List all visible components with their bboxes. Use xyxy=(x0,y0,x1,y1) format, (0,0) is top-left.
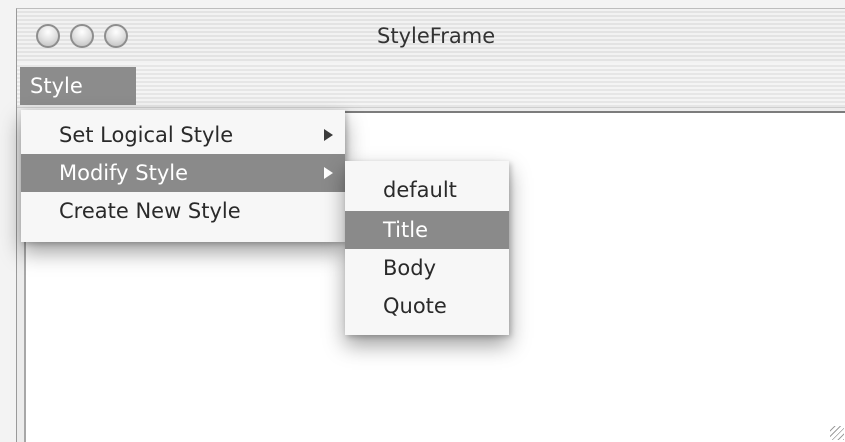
close-button-icon[interactable] xyxy=(36,24,60,48)
modify-style-submenu: default Title Body Quote xyxy=(345,161,509,335)
styleframe-window: StyleFrame Style Set Logical Style Modif… xyxy=(16,8,845,442)
menu-bar: Style xyxy=(17,63,845,108)
minimize-button-icon[interactable] xyxy=(70,24,94,48)
style-menu-dropdown: Set Logical Style Modify Style Create Ne… xyxy=(21,110,345,242)
title-bar[interactable]: StyleFrame xyxy=(17,9,845,63)
submenu-item-label: Body xyxy=(383,256,437,280)
menu-item-modify-style[interactable]: Modify Style xyxy=(21,154,345,192)
menu-style[interactable]: Style xyxy=(20,67,136,105)
submenu-arrow-icon xyxy=(324,129,333,141)
submenu-arrow-icon xyxy=(324,167,333,179)
window-title: StyleFrame xyxy=(377,24,496,48)
resize-grip-icon[interactable] xyxy=(830,426,844,440)
submenu-item-label: Quote xyxy=(383,294,447,318)
menu-item-label: Set Logical Style xyxy=(59,123,234,147)
menu-item-label: Modify Style xyxy=(59,161,189,185)
submenu-item-default[interactable]: default xyxy=(345,171,509,209)
submenu-item-title[interactable]: Title xyxy=(345,211,509,249)
menu-item-label: Create New Style xyxy=(59,199,241,223)
menu-item-create-new-style[interactable]: Create New Style xyxy=(21,192,345,230)
submenu-item-body[interactable]: Body xyxy=(345,249,509,287)
submenu-item-label: Title xyxy=(383,218,429,242)
submenu-item-quote[interactable]: Quote xyxy=(345,287,509,325)
zoom-button-icon[interactable] xyxy=(104,24,128,48)
submenu-item-label: default xyxy=(383,178,457,202)
menu-item-set-logical-style[interactable]: Set Logical Style xyxy=(21,116,345,154)
